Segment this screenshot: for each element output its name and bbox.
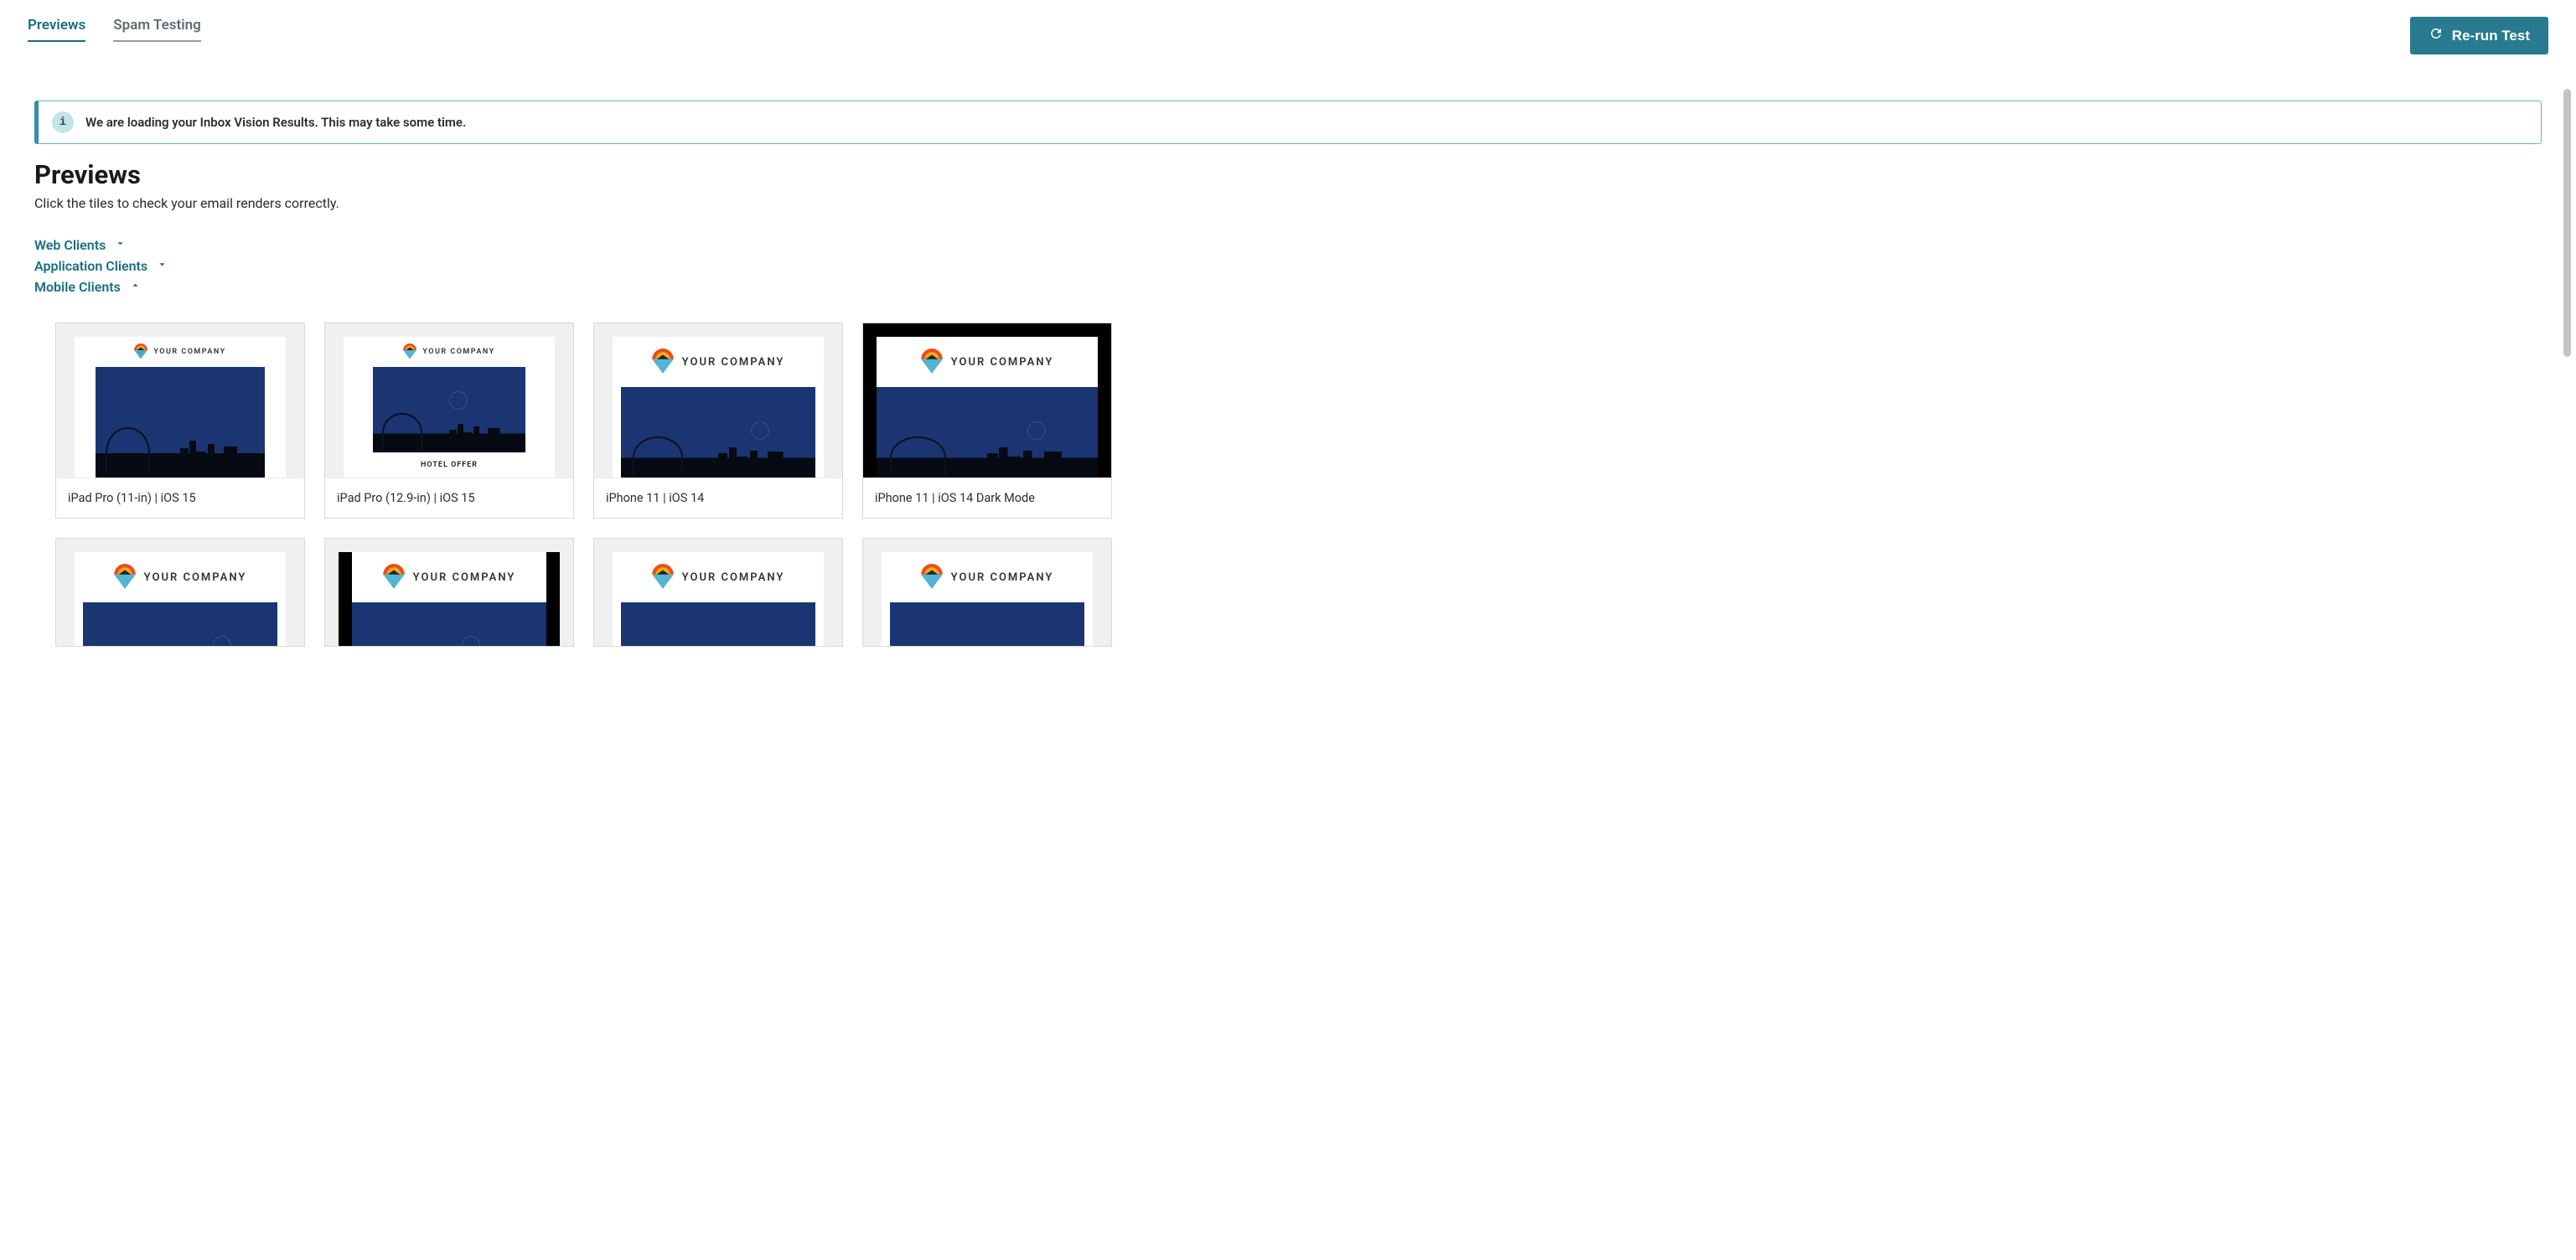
offer-label: HOTEL OFFER — [373, 452, 525, 478]
preview-tile[interactable]: YOUR COMPANY — [55, 538, 305, 647]
tile-thumbnail: YOUR COMPANY — [56, 539, 304, 646]
group-mobile-clients[interactable]: Mobile Clients — [34, 276, 2542, 297]
chevron-down-icon — [114, 237, 127, 253]
preview-tile[interactable]: YOUR COMPANY iPad Pro (11-in) | iOS 15 — [55, 323, 305, 519]
group-application-clients[interactable]: Application Clients — [34, 256, 2542, 276]
preview-tile[interactable]: YOUR COMPANY — [324, 538, 574, 647]
preview-tile[interactable]: YOUR COMPANY iPhone 11 | iOS 14 Dark Mod… — [862, 323, 1112, 519]
company-logo: YOUR COMPANY — [134, 337, 225, 367]
company-label: YOUR COMPANY — [144, 571, 247, 584]
company-label: YOUR COMPANY — [153, 348, 225, 356]
preview-tile[interactable]: YOUR COMPANY HOTEL OFFER iPad Pro (12.9-… — [324, 323, 574, 519]
client-groups: Web Clients Application Clients Mobile C… — [34, 235, 2542, 297]
company-label: YOUR COMPANY — [682, 356, 785, 369]
company-logo: YOUR COMPANY — [921, 552, 1054, 602]
preview-tile[interactable]: YOUR COMPANY iPhone 11 | iOS 14 — [593, 323, 843, 519]
tile-thumbnail: YOUR COMPANY HOTEL OFFER — [325, 323, 573, 478]
chevron-up-icon — [129, 279, 142, 295]
company-logo: YOUR COMPANY — [383, 552, 516, 602]
tile-label: iPad Pro (11-in) | iOS 15 — [56, 478, 304, 518]
company-logo: YOUR COMPANY — [652, 552, 785, 602]
company-logo: YOUR COMPANY — [403, 337, 494, 367]
company-label: YOUR COMPANY — [951, 571, 1054, 584]
tile-label: iPad Pro (12.9-in) | iOS 15 — [325, 478, 573, 518]
page-subtitle: Click the tiles to check your email rend… — [34, 195, 2542, 211]
rerun-test-label: Re-run Test — [2452, 28, 2530, 44]
tile-label: iPhone 11 | iOS 14 Dark Mode — [863, 478, 1111, 518]
tile-thumbnail: YOUR COMPANY — [325, 539, 573, 646]
tile-thumbnail: YOUR COMPANY — [863, 323, 1111, 478]
company-label: YOUR COMPANY — [951, 356, 1054, 369]
info-alert: i We are loading your Inbox Vision Resul… — [34, 101, 2542, 144]
group-web-label: Web Clients — [34, 237, 106, 253]
company-label: YOUR COMPANY — [413, 571, 516, 584]
tile-label: iPhone 11 | iOS 14 — [594, 478, 842, 518]
preview-grid: YOUR COMPANY iPad Pro (11-in) | iOS 15 Y… — [55, 323, 2542, 647]
company-label: YOUR COMPANY — [682, 571, 785, 584]
refresh-icon — [2429, 26, 2444, 45]
company-logo: YOUR COMPANY — [921, 337, 1054, 387]
tile-thumbnail: YOUR COMPANY — [594, 539, 842, 646]
scrollbar[interactable] — [2563, 89, 2571, 357]
page-title: Previews — [34, 159, 2542, 190]
tab-spam-testing[interactable]: Spam Testing — [113, 17, 201, 42]
company-logo: YOUR COMPANY — [652, 337, 785, 387]
tile-thumbnail: YOUR COMPANY — [863, 539, 1111, 646]
company-logo: YOUR COMPANY — [114, 552, 247, 602]
group-web-clients[interactable]: Web Clients — [34, 235, 2542, 256]
tile-thumbnail: YOUR COMPANY — [56, 323, 304, 478]
preview-tile[interactable]: YOUR COMPANY — [593, 538, 843, 647]
info-icon: i — [52, 111, 74, 133]
alert-text: We are loading your Inbox Vision Results… — [85, 115, 466, 130]
company-label: YOUR COMPANY — [422, 348, 494, 356]
tile-thumbnail: YOUR COMPANY — [594, 323, 842, 478]
tabs: Previews Spam Testing — [28, 17, 201, 42]
group-mobile-label: Mobile Clients — [34, 279, 121, 295]
tab-previews[interactable]: Previews — [28, 17, 85, 42]
preview-tile[interactable]: YOUR COMPANY — [862, 538, 1112, 647]
chevron-down-icon — [156, 258, 168, 274]
rerun-test-button[interactable]: Re-run Test — [2410, 17, 2548, 54]
group-app-label: Application Clients — [34, 258, 147, 274]
